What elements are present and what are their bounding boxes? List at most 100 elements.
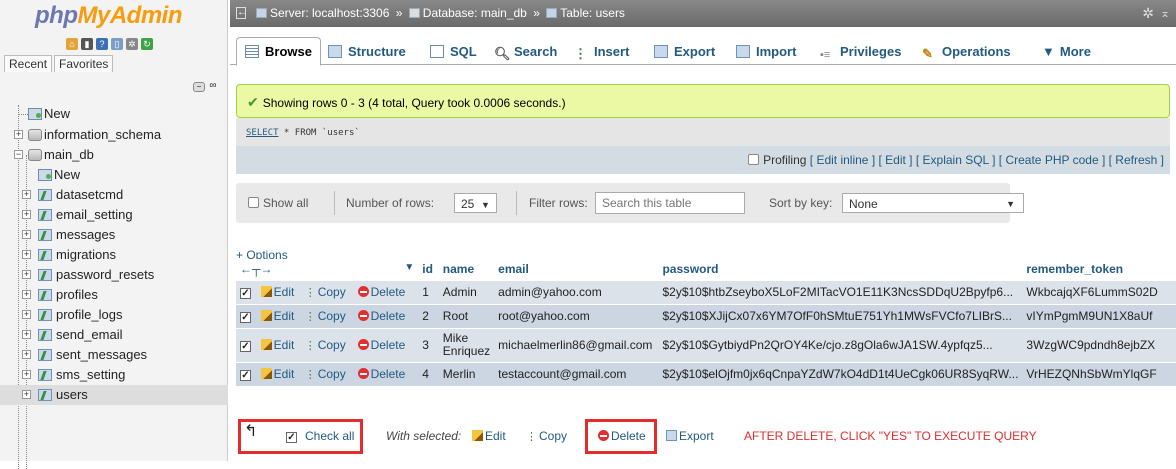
bulk-copy-button[interactable]: ⋮ Copy <box>526 428 567 444</box>
help-icon[interactable]: ? <box>96 38 108 50</box>
expand-icon[interactable]: + <box>22 270 31 279</box>
cell-id[interactable]: 4 <box>418 362 439 386</box>
edit-link[interactable]: [ Edit ] <box>879 153 913 167</box>
row-edit-link[interactable]: Edit <box>260 367 294 381</box>
tree-item-email-setting[interactable]: + email_setting <box>0 205 228 225</box>
cell-id[interactable]: 3 <box>418 328 439 362</box>
row-edit-link[interactable]: Edit <box>260 309 294 323</box>
expand-icon[interactable]: + <box>22 210 31 219</box>
collapse-icon[interactable]: − <box>14 150 23 159</box>
row-checkbox[interactable]: ✓ <box>240 288 251 299</box>
chevron-down-icon[interactable]: ▼ <box>404 262 414 273</box>
row-checkbox[interactable]: ✓ <box>240 341 251 352</box>
row-copy-link[interactable]: ⋮ Copy <box>305 309 346 323</box>
expand-icon[interactable]: + <box>22 190 31 199</box>
expand-icon[interactable]: + <box>22 290 31 299</box>
row-delete-link[interactable]: Delete <box>357 367 405 381</box>
cell-remember-token[interactable]: 3WzgWC9pdndh8ejbZX <box>1022 328 1176 362</box>
tab-operations[interactable]: ✎ Operations <box>914 39 1019 65</box>
home-icon[interactable]: ⌂ <box>66 38 78 50</box>
cell-name[interactable]: Admin <box>439 280 494 304</box>
phpmyadmin-logo[interactable]: phpMyAdmin <box>35 2 182 30</box>
breadcrumb-server[interactable]: Server: localhost:3306 <box>270 6 389 20</box>
cell-name[interactable]: Mike Enriquez <box>439 328 494 362</box>
cell-email[interactable]: admin@yahoo.com <box>494 280 658 304</box>
expand-icon[interactable]: + <box>22 330 31 339</box>
row-edit-link[interactable]: Edit <box>260 338 294 352</box>
cell-remember-token[interactable]: vIYmPgmM9UN1X8aUf <box>1022 304 1176 328</box>
tab-export[interactable]: Export <box>646 39 723 65</box>
logout-icon[interactable]: ▮ <box>81 38 93 50</box>
row-checkbox[interactable]: ✓ <box>240 370 251 382</box>
row-copy-link[interactable]: ⋮ Copy <box>305 285 346 299</box>
cell-email[interactable]: michaelmerlin86@gmail.com <box>494 328 658 362</box>
tab-import[interactable]: Import <box>728 39 804 65</box>
col-header-remember-token[interactable]: remember_token <box>1022 259 1176 280</box>
expand-icon[interactable]: + <box>22 310 31 319</box>
settings-icon[interactable]: ✲ <box>126 38 138 50</box>
expand-icon[interactable]: + <box>22 230 31 239</box>
link-with-main-icon[interactable]: ∞ <box>207 81 219 92</box>
create-php-code-link[interactable]: [ Create PHP code ] <box>999 153 1106 167</box>
bulk-export-button[interactable]: Export <box>666 428 714 444</box>
expand-icon[interactable]: + <box>22 350 31 359</box>
cell-email[interactable]: root@yahoo.com <box>494 304 658 328</box>
tree-item-users[interactable]: + users <box>0 385 228 405</box>
tree-item-sent-messages[interactable]: + sent_messages <box>0 345 228 365</box>
tab-sql[interactable]: SQL <box>422 39 485 65</box>
row-copy-link[interactable]: ⋮ Copy <box>305 367 346 381</box>
refresh-link[interactable]: [ Refresh ] <box>1109 153 1164 167</box>
reload-icon[interactable]: ↻ <box>141 38 153 50</box>
show-all-toggle[interactable]: Show all <box>248 193 308 213</box>
breadcrumb-table[interactable]: Table: users <box>560 6 625 20</box>
row-checkbox[interactable]: ✓ <box>240 312 251 323</box>
tree-item-migrations[interactable]: + migrations <box>0 245 228 265</box>
breadcrumb-database[interactable]: Database: main_db <box>423 6 527 20</box>
col-header-email[interactable]: email <box>494 259 659 280</box>
tree-item-send-email[interactable]: + send_email <box>0 325 228 345</box>
expand-icon[interactable]: + <box>22 250 31 259</box>
show-all-checkbox[interactable] <box>248 197 259 208</box>
tree-item-profile-logs[interactable]: + profile_logs <box>0 305 228 325</box>
tab-more[interactable]: ▼ More <box>1034 39 1099 65</box>
filter-rows-input[interactable] <box>595 192 745 214</box>
tree-item-new[interactable]: New <box>0 104 228 124</box>
cell-remember-token[interactable]: WkbcajqXF6LummS02D <box>1022 280 1176 304</box>
docs-icon[interactable]: ▯ <box>111 38 123 50</box>
row-delete-link[interactable]: Delete <box>357 309 405 323</box>
tree-item-sms-setting[interactable]: + sms_setting <box>0 365 228 385</box>
expand-icon[interactable]: + <box>22 370 31 379</box>
col-header-id[interactable]: id <box>418 259 439 280</box>
tab-browse[interactable]: Browse <box>236 37 321 66</box>
sql-keyword-select[interactable]: SELECT <box>246 128 279 138</box>
tree-item-information-schema[interactable]: + information_schema <box>0 125 228 145</box>
arrows-icon[interactable]: ←┬→ <box>240 262 273 276</box>
expand-icon[interactable]: + <box>22 390 31 399</box>
tree-item-profiles[interactable]: + profiles <box>0 285 228 305</box>
tab-structure[interactable]: Structure <box>320 39 414 65</box>
rows-per-page-select[interactable]: 25 ▼ <box>454 193 497 213</box>
cell-password[interactable]: $2y$10$elOjfm0jx6qCnpaYZdW7kO4dD1t4UeCgk… <box>658 362 1022 386</box>
cell-id[interactable]: 1 <box>418 280 439 304</box>
col-header-name[interactable]: name <box>438 259 495 280</box>
row-delete-link[interactable]: Delete <box>357 338 405 352</box>
row-copy-link[interactable]: ⋮ Copy <box>305 338 346 352</box>
tree-item-main-db[interactable]: − main_db <box>0 145 228 165</box>
edit-inline-link[interactable]: [ Edit inline ] <box>810 153 875 167</box>
tab-privileges[interactable]: ▪≡ Privileges <box>812 39 909 65</box>
explain-sql-link[interactable]: [ Explain SQL ] <box>916 153 996 167</box>
cell-name[interactable]: Root <box>439 304 494 328</box>
sort-by-key-select[interactable]: None ▼ <box>842 193 1024 213</box>
column-toggle-header[interactable]: ←┬→ ▼ <box>236 259 419 280</box>
tree-item-datasetcmd[interactable]: + datasetcmd <box>0 185 228 205</box>
cell-remember-token[interactable]: VrHEZQNhSbWmYlqGF <box>1022 362 1176 386</box>
cell-password[interactable]: $2y$10$htbZseyboX5LoF2MITacVO1E11K3NcsSD… <box>658 280 1022 304</box>
tab-insert[interactable]: ⋮ Insert <box>566 39 637 65</box>
collapse-nav-icon[interactable]: ← <box>236 7 247 19</box>
collapse-all-icon[interactable]: − <box>193 82 205 92</box>
tree-item-messages[interactable]: + messages <box>0 225 228 245</box>
tab-favorites[interactable]: Favorites <box>54 55 114 72</box>
profiling-checkbox[interactable] <box>748 154 760 165</box>
bulk-edit-button[interactable]: Edit <box>472 428 506 444</box>
cell-email[interactable]: testaccount@gmail.com <box>494 362 658 386</box>
